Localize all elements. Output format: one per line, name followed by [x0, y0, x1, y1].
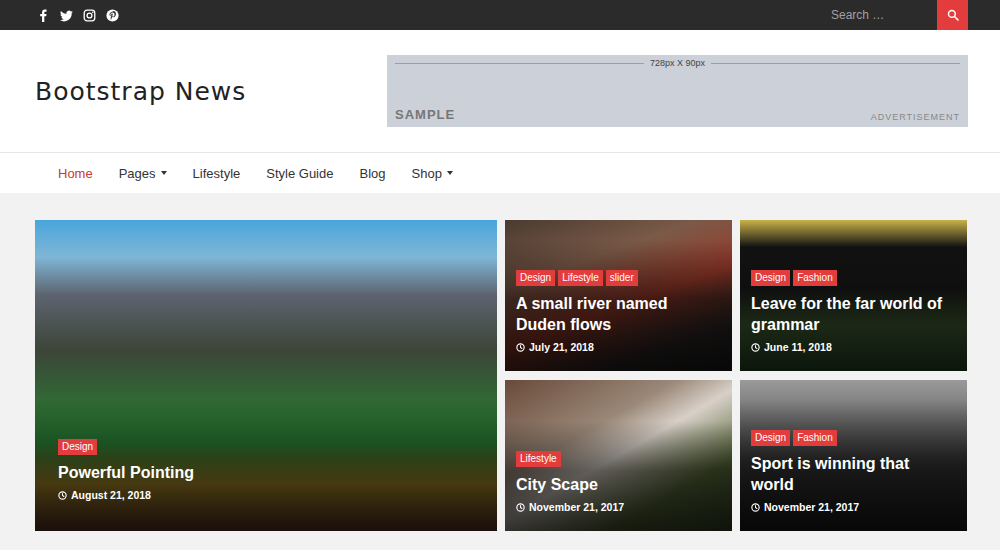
- post-tags: Lifestyle: [516, 451, 721, 467]
- post-date: November 21, 2017: [516, 501, 721, 513]
- nav-item[interactable]: Lifestyle: [180, 166, 254, 181]
- date-text: November 21, 2017: [529, 501, 624, 513]
- post-card[interactable]: Design Powerful Pointing August 21, 2018: [35, 220, 497, 531]
- post-tags: DesignFashion: [751, 430, 956, 446]
- clock-icon: [751, 503, 760, 512]
- post-title[interactable]: Sport is winning that world: [751, 453, 956, 495]
- post-tag[interactable]: Design: [751, 270, 790, 286]
- social-links: [37, 9, 119, 22]
- nav-label: Home: [58, 166, 93, 181]
- search-form: [825, 0, 968, 30]
- post-overlay: Lifestyle City Scape November 21, 2017: [505, 421, 732, 531]
- nav-item[interactable]: Blog: [346, 166, 398, 181]
- post-tag[interactable]: Design: [516, 270, 555, 286]
- post-date: August 21, 2018: [58, 489, 474, 501]
- post-tag[interactable]: Design: [58, 439, 97, 455]
- search-button[interactable]: [937, 0, 968, 30]
- caret-icon: [447, 171, 453, 175]
- post-overlay: DesignFashion Sport is winning that world…: [740, 400, 967, 531]
- post-tag[interactable]: Fashion: [793, 270, 837, 286]
- facebook-icon[interactable]: [37, 9, 50, 22]
- post-overlay: DesignLifestyleslider A small river named…: [505, 240, 732, 371]
- nav-label: Shop: [412, 166, 442, 181]
- post-date: July 21, 2018: [516, 341, 721, 353]
- ad-size: 728px X 90px: [650, 58, 705, 68]
- top-bar: [0, 0, 1000, 30]
- search-icon: [947, 9, 959, 21]
- advertisement-banner[interactable]: 728px X 90px SAMPLE ADVERTISEMENT: [387, 55, 968, 127]
- date-text: August 21, 2018: [71, 489, 151, 501]
- nav-item[interactable]: Home: [45, 166, 106, 181]
- post-card[interactable]: DesignLifestyleslider A small river named…: [505, 220, 732, 371]
- post-title[interactable]: A small river named Duden flows: [516, 293, 721, 335]
- post-overlay: DesignFashion Leave for the far world of …: [740, 240, 967, 371]
- nav-label: Pages: [119, 166, 156, 181]
- post-tag[interactable]: Design: [751, 430, 790, 446]
- post-tag[interactable]: Lifestyle: [516, 451, 561, 467]
- clock-icon: [58, 491, 67, 500]
- ad-line: [711, 63, 960, 64]
- date-text: June 11, 2018: [764, 341, 832, 353]
- site-logo[interactable]: Bootstrap News: [35, 73, 246, 110]
- post-tag[interactable]: Fashion: [793, 430, 837, 446]
- post-tags: DesignLifestyleslider: [516, 270, 721, 286]
- post-tags: DesignFashion: [751, 270, 956, 286]
- post-tag[interactable]: slider: [606, 270, 638, 286]
- post-overlay: Design Powerful Pointing August 21, 2018: [35, 399, 497, 531]
- clock-icon: [516, 503, 525, 512]
- twitter-icon[interactable]: [60, 9, 73, 22]
- nav-label: Lifestyle: [193, 166, 241, 181]
- site-header: Bootstrap News 728px X 90px SAMPLE ADVERTIS…: [0, 30, 1000, 152]
- date-text: November 21, 2017: [764, 501, 859, 513]
- ad-footer-row: SAMPLE ADVERTISEMENT: [395, 107, 960, 122]
- ad-size-row: 728px X 90px: [395, 58, 960, 68]
- post-date: June 11, 2018: [751, 341, 956, 353]
- nav-item[interactable]: Style Guide: [253, 166, 346, 181]
- instagram-icon[interactable]: [83, 9, 96, 22]
- ad-caption: ADVERTISEMENT: [871, 112, 960, 122]
- post-date: November 21, 2017: [751, 501, 956, 513]
- search-input[interactable]: [825, 0, 937, 30]
- ad-label: SAMPLE: [395, 107, 455, 122]
- post-title[interactable]: Leave for the far world of grammar: [751, 293, 956, 335]
- date-text: July 21, 2018: [529, 341, 594, 353]
- pinterest-icon[interactable]: [106, 9, 119, 22]
- post-title[interactable]: City Scape: [516, 474, 721, 495]
- post-card[interactable]: Lifestyle City Scape November 21, 2017: [505, 380, 732, 531]
- post-card[interactable]: DesignFashion Leave for the far world of …: [740, 220, 967, 371]
- main-nav: Home Pages Lifestyle Style Guide Blog Shop: [0, 152, 1000, 193]
- nav-label: Blog: [359, 166, 385, 181]
- clock-icon: [751, 343, 760, 352]
- post-card[interactable]: DesignFashion Sport is winning that world…: [740, 380, 967, 531]
- nav-item[interactable]: Pages: [106, 166, 180, 181]
- post-tag[interactable]: Lifestyle: [558, 270, 603, 286]
- featured-posts: DesignPowerful PointingAugust 21, 2018De…: [35, 220, 968, 531]
- post-title[interactable]: Powerful Pointing: [58, 462, 474, 483]
- post-tags: Design: [58, 439, 474, 455]
- content: DesignPowerful PointingAugust 21, 2018De…: [0, 193, 1000, 531]
- nav-item[interactable]: Shop: [399, 166, 466, 181]
- caret-icon: [161, 171, 167, 175]
- ad-line: [395, 63, 644, 64]
- clock-icon: [516, 343, 525, 352]
- nav-label: Style Guide: [266, 166, 333, 181]
